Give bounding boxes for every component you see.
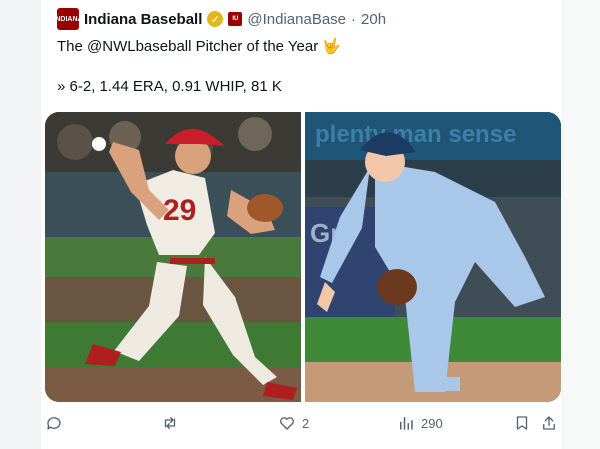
share-icon <box>543 416 555 430</box>
timestamp[interactable]: 20h <box>361 11 386 28</box>
tweet-stats-line: » 6-2, 1.44 ERA, 0.91 WHIP, 81 K <box>57 78 282 95</box>
reply-icon <box>47 417 61 430</box>
retweet-icon <box>164 417 176 429</box>
tweet-text-line1: The @NWLbaseball Pitcher of the Year 🤟 <box>57 37 341 55</box>
reply-button[interactable] <box>45 414 69 432</box>
tweet-text: The @NWLbaseball Pitcher of the Year <box>57 38 319 55</box>
heart-icon <box>280 417 294 430</box>
tweet-media[interactable]: VI 29 <box>45 112 561 402</box>
retweet-button[interactable] <box>161 414 185 432</box>
background-panel <box>562 0 600 449</box>
like-button[interactable]: 2 <box>278 414 309 432</box>
views-count: 290 <box>421 415 443 431</box>
tweet-card[interactable]: INDIANA Indiana Baseball ✓ IU @IndianaBa… <box>40 0 563 449</box>
verified-badge-icon: ✓ <box>207 11 224 27</box>
avatar-logo-text: INDIANA <box>53 15 83 23</box>
photo-indiana-pitcher[interactable]: VI 29 <box>45 112 301 402</box>
photo-pitcher-blue-uniform[interactable]: plenty man sense Gro <box>305 112 561 402</box>
rock-hand-emoji: 🤟 <box>322 38 342 55</box>
views-button[interactable]: 290 <box>397 414 443 432</box>
tweet-header: INDIANA Indiana Baseball ✓ IU @IndianaBa… <box>53 8 386 30</box>
display-name[interactable]: Indiana Baseball <box>84 11 202 28</box>
share-button[interactable] <box>540 414 558 432</box>
handle[interactable]: @IndianaBase <box>247 11 346 28</box>
bookmark-icon <box>516 416 528 430</box>
bookmark-button[interactable] <box>513 414 531 432</box>
separator: · <box>351 10 357 28</box>
indiana-logo-avatar[interactable]: INDIANA <box>53 8 83 30</box>
tweet-actions: 2 290 <box>41 414 562 440</box>
views-bar-chart-icon <box>400 417 413 430</box>
svg-text:plenty man sense: plenty man sense <box>315 121 516 148</box>
jersey-number: 29 <box>163 194 196 227</box>
like-count: 2 <box>302 415 310 431</box>
affiliate-badge-icon[interactable]: IU <box>228 12 243 26</box>
